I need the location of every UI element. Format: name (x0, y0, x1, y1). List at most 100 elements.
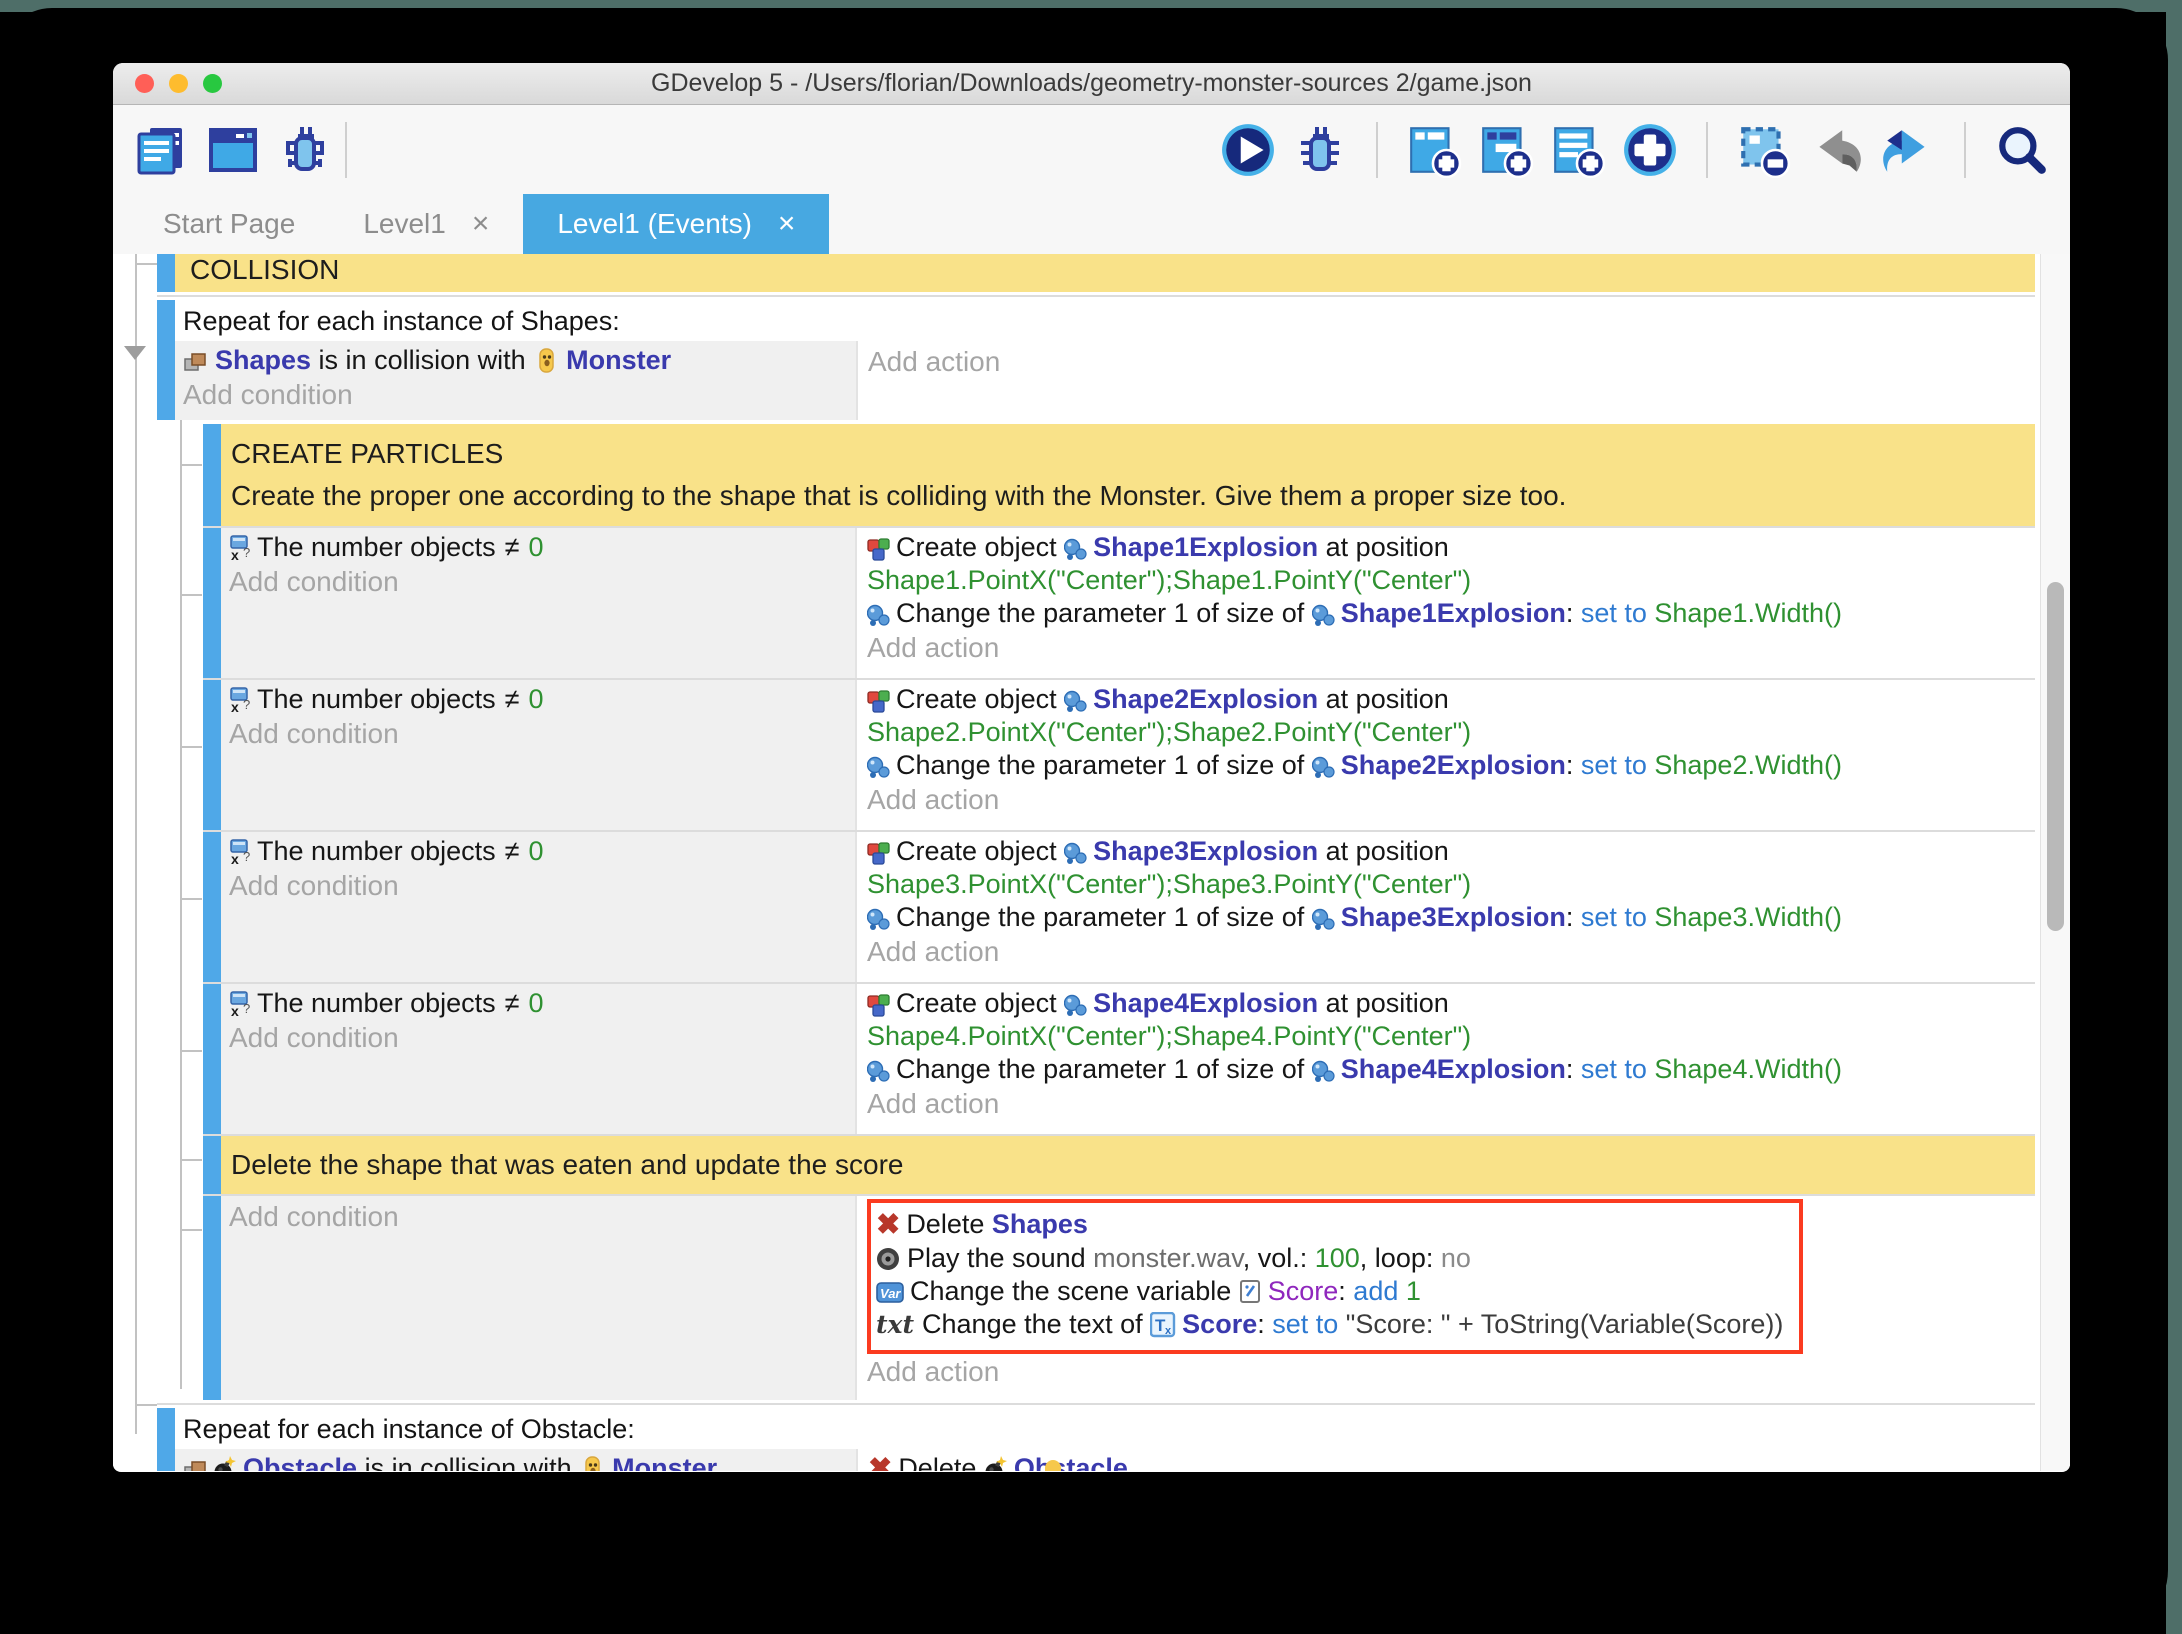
add-more-icon[interactable] (1622, 122, 1678, 178)
action-create-object[interactable]: Create object Shape1Explosion at positio… (867, 531, 2035, 564)
scrollbar-thumb[interactable] (2047, 582, 2064, 931)
event-repeat-obstacle[interactable]: Repeat for each instance of Obstacle: Ob… (157, 1408, 2035, 1471)
conditions-cell[interactable]: x?The number objects≠0 Add condition (221, 528, 857, 678)
conditions-cell[interactable]: Add condition (221, 1196, 857, 1400)
actions-cell[interactable]: Create object Shape4Explosion at positio… (857, 984, 2035, 1134)
desktop-background-right (2166, 0, 2182, 1634)
event-shape1[interactable]: x?The number objects≠0 Add condition Cre… (203, 526, 2035, 678)
add-action-link[interactable]: Add action (867, 934, 2035, 969)
svg-text:?: ? (243, 1001, 250, 1016)
debugger-icon[interactable] (277, 122, 333, 178)
add-condition-link[interactable]: Add condition (229, 564, 855, 599)
event-left-bar (203, 680, 221, 830)
repeat-event-header[interactable]: Repeat for each instance of Obstacle: (175, 1408, 2035, 1449)
search-icon[interactable] (1994, 122, 2050, 178)
action-change-text[interactable]: txtChange the text of TxScore: set to "S… (876, 1308, 1783, 1341)
maximize-window-button[interactable] (203, 74, 222, 93)
actions-cell[interactable]: Create object Shape1Explosion at positio… (857, 528, 2035, 678)
events-sheet-icon[interactable] (133, 122, 189, 178)
action-create-object[interactable]: Create object Shape2Explosion at positio… (867, 683, 2035, 716)
add-condition-link[interactable]: Add condition (229, 716, 855, 751)
add-action-link[interactable]: Add action (868, 344, 2035, 379)
variable-icon: Var (876, 1280, 904, 1305)
vertical-scrollbar[interactable] (2040, 254, 2070, 1471)
close-window-button[interactable] (135, 74, 154, 93)
actions-cell[interactable]: Add action (858, 341, 2035, 420)
add-condition-link[interactable]: Add condition (229, 1199, 855, 1234)
tab-level1-scene[interactable]: Level1 × (329, 194, 523, 254)
add-subevent-icon[interactable] (1478, 122, 1534, 178)
comment-text: Delete the shape that was eaten and upda… (221, 1136, 2035, 1194)
conditions-cell[interactable]: x?The number objects≠0 Add condition (221, 680, 857, 830)
selected-actions-outline[interactable]: ✖Delete Shapes Play the sound monster.wa… (867, 1199, 1803, 1354)
condition-collision[interactable]: Shapes is in collision with Monster (183, 344, 856, 377)
close-tab-icon[interactable]: × (778, 207, 796, 241)
condition-number-objects[interactable]: x?The number objects≠0 (229, 683, 855, 716)
condition-number-objects[interactable]: x?The number objects≠0 (229, 531, 855, 564)
deselect-all-icon[interactable] (1736, 122, 1792, 178)
add-condition-link[interactable]: Add condition (229, 868, 855, 903)
conditions-cell[interactable]: x?The number objects≠0 Add condition (221, 832, 857, 982)
action-position-expression[interactable]: Shape3.PointX("Center");Shape3.PointY("C… (867, 868, 2035, 901)
event-left-bar (203, 832, 221, 982)
tab-start-page[interactable]: Start Page (129, 194, 329, 254)
add-action-link[interactable]: Add action (867, 1086, 2035, 1121)
undo-icon[interactable] (1808, 122, 1864, 178)
text-action-icon: txt (876, 1310, 914, 1339)
event-shape4[interactable]: x?The number objects≠0 Add condition Cre… (203, 982, 2035, 1134)
minimize-window-button[interactable] (169, 74, 188, 93)
tab-label: Start Page (163, 208, 295, 240)
redo-icon[interactable] (1880, 122, 1936, 178)
tree-guide-line (135, 254, 137, 1434)
add-action-link[interactable]: Add action (867, 782, 2035, 817)
action-create-object[interactable]: Create object Shape4Explosion at positio… (867, 987, 2035, 1020)
actions-cell[interactable]: ✖Delete Shapes Play the sound monster.wa… (857, 1196, 2035, 1400)
action-change-size[interactable]: Change the parameter 1 of size of Shape3… (867, 901, 2035, 934)
comment-delete-shape[interactable]: Delete the shape that was eaten and upda… (203, 1134, 2035, 1194)
add-condition-link[interactable]: Add condition (229, 1020, 855, 1055)
action-delete-obstacle[interactable]: ✖Delete Obstacle (868, 1452, 2035, 1471)
action-position-expression[interactable]: Shape4.PointX("Center");Shape4.PointY("C… (867, 1020, 2035, 1053)
condition-number-objects[interactable]: x?The number objects≠0 (229, 987, 855, 1020)
collapse-event-icon[interactable] (124, 346, 146, 360)
titlebar: GDevelop 5 - /Users/florian/Downloads/ge… (113, 63, 2070, 105)
svg-text:x: x (1165, 1325, 1172, 1337)
comment-create-particles[interactable]: CREATE PARTICLES Create the proper one a… (203, 424, 2035, 526)
actions-cell[interactable]: ✖Delete Obstacle (858, 1449, 2035, 1471)
action-create-object[interactable]: Create object Shape3Explosion at positio… (867, 835, 2035, 868)
condition-collision[interactable]: Obstacle is in collision with Monster (183, 1452, 856, 1471)
add-condition-link[interactable]: Add condition (183, 377, 856, 412)
tab-level1-events[interactable]: Level1 (Events) × (523, 194, 829, 254)
close-tab-icon[interactable]: × (472, 207, 490, 241)
play-preview-icon[interactable] (1220, 122, 1276, 178)
scene-editor-icon[interactable] (205, 122, 261, 178)
debug-preview-icon[interactable] (1292, 122, 1348, 178)
event-shape2[interactable]: x?The number objects≠0 Add condition Cre… (203, 678, 2035, 830)
add-action-link[interactable]: Add action (867, 630, 2035, 665)
conditions-cell[interactable]: Obstacle is in collision with Monster (175, 1449, 858, 1471)
action-play-sound[interactable]: Play the sound monster.wav, vol.: 100, l… (876, 1242, 1783, 1275)
actions-cell[interactable]: Create object Shape3Explosion at positio… (857, 832, 2035, 982)
svg-text:x: x (231, 1003, 239, 1017)
conditions-cell[interactable]: Shapes is in collision with Monster Add … (175, 341, 858, 420)
event-update-score[interactable]: Add condition ✖Delete Shapes Play the so… (203, 1194, 2035, 1400)
action-change-size[interactable]: Change the parameter 1 of size of Shape4… (867, 1053, 2035, 1086)
toolbar-divider (1376, 122, 1378, 178)
action-position-expression[interactable]: Shape2.PointX("Center");Shape2.PointY("C… (867, 716, 2035, 749)
conditions-cell[interactable]: x?The number objects≠0 Add condition (221, 984, 857, 1134)
condition-number-objects[interactable]: x?The number objects≠0 (229, 835, 855, 868)
add-comment-icon[interactable] (1550, 122, 1606, 178)
action-change-scene-variable[interactable]: VarChange the scene variable Score: add … (876, 1275, 1783, 1308)
event-left-bar (203, 424, 221, 526)
comment-collision[interactable]: COLLISION (157, 254, 2035, 292)
action-change-size[interactable]: Change the parameter 1 of size of Shape2… (867, 749, 2035, 782)
event-shape3[interactable]: x?The number objects≠0 Add condition Cre… (203, 830, 2035, 982)
action-position-expression[interactable]: Shape1.PointX("Center");Shape1.PointY("C… (867, 564, 2035, 597)
add-action-link[interactable]: Add action (867, 1354, 2035, 1389)
action-delete-shapes[interactable]: ✖Delete Shapes (876, 1208, 1783, 1242)
repeat-event-header[interactable]: Repeat for each instance of Shapes: (175, 300, 2035, 341)
actions-cell[interactable]: Create object Shape2Explosion at positio… (857, 680, 2035, 830)
event-repeat-shapes[interactable]: Repeat for each instance of Shapes: Shap… (157, 300, 2035, 420)
action-change-size[interactable]: Change the parameter 1 of size of Shape1… (867, 597, 2035, 630)
add-event-icon[interactable] (1406, 122, 1462, 178)
